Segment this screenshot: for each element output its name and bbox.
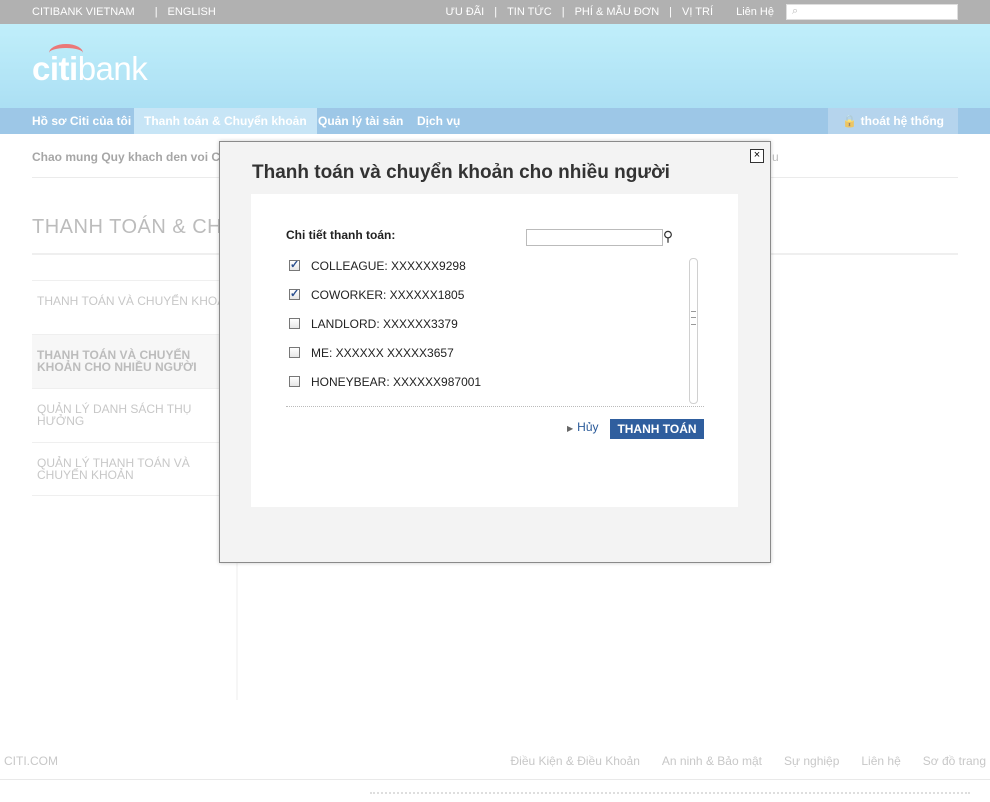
payee-label: COWORKER: XXXXXX1805 — [311, 288, 465, 302]
payee-label: LANDLORD: XXXXXX3379 — [311, 317, 458, 331]
triangle-right-icon: ▶ — [567, 424, 574, 433]
payee-row[interactable]: COWORKER: XXXXXX1805 — [289, 281, 689, 310]
payee-label: COLLEAGUE: XXXXXX9298 — [311, 259, 466, 273]
payee-search-input[interactable] — [526, 229, 663, 246]
payee-checkbox[interactable] — [289, 347, 300, 358]
dialog-title: Thanh toán và chuyển khoản cho nhiều ngư… — [252, 162, 670, 183]
payee-label: HONEYBEAR: XXXXXX987001 — [311, 375, 482, 389]
search-icon[interactable]: ⚲ — [660, 228, 676, 245]
payee-checkbox[interactable] — [289, 258, 300, 271]
dialog-panel: Chi tiết thanh toán: ⚲ COLLEAGUE: XXXXXX… — [251, 194, 738, 507]
payee-row[interactable]: COLLEAGUE: XXXXXX9298 — [289, 252, 689, 281]
payee-row[interactable]: ME: XXXXXX XXXXX3657 — [289, 339, 689, 368]
payee-checkbox[interactable] — [289, 287, 300, 300]
payment-details-label: Chi tiết thanh toán: — [286, 228, 396, 242]
payee-label: ME: XXXXXX XXXXX3657 — [311, 346, 454, 360]
scroll-grip-icon[interactable] — [691, 311, 696, 325]
cancel-link[interactable]: ▶ Hủy — [567, 420, 599, 434]
payee-checkbox[interactable] — [289, 376, 300, 387]
list-scrollbar[interactable] — [689, 258, 698, 404]
close-icon[interactable]: × — [750, 149, 764, 163]
dotted-divider — [286, 406, 704, 407]
payee-row[interactable]: HONEYBEAR: XXXXXX987001 — [289, 368, 689, 397]
multi-payment-dialog: × Thanh toán và chuyển khoản cho nhiều n… — [219, 141, 771, 563]
payee-row[interactable]: LANDLORD: XXXXXX3379 — [289, 310, 689, 339]
pay-button[interactable]: THANH TOÁN — [610, 419, 704, 439]
payee-checkbox[interactable] — [289, 318, 300, 329]
payee-list: COLLEAGUE: XXXXXX9298 COWORKER: XXXXXX18… — [289, 252, 689, 397]
